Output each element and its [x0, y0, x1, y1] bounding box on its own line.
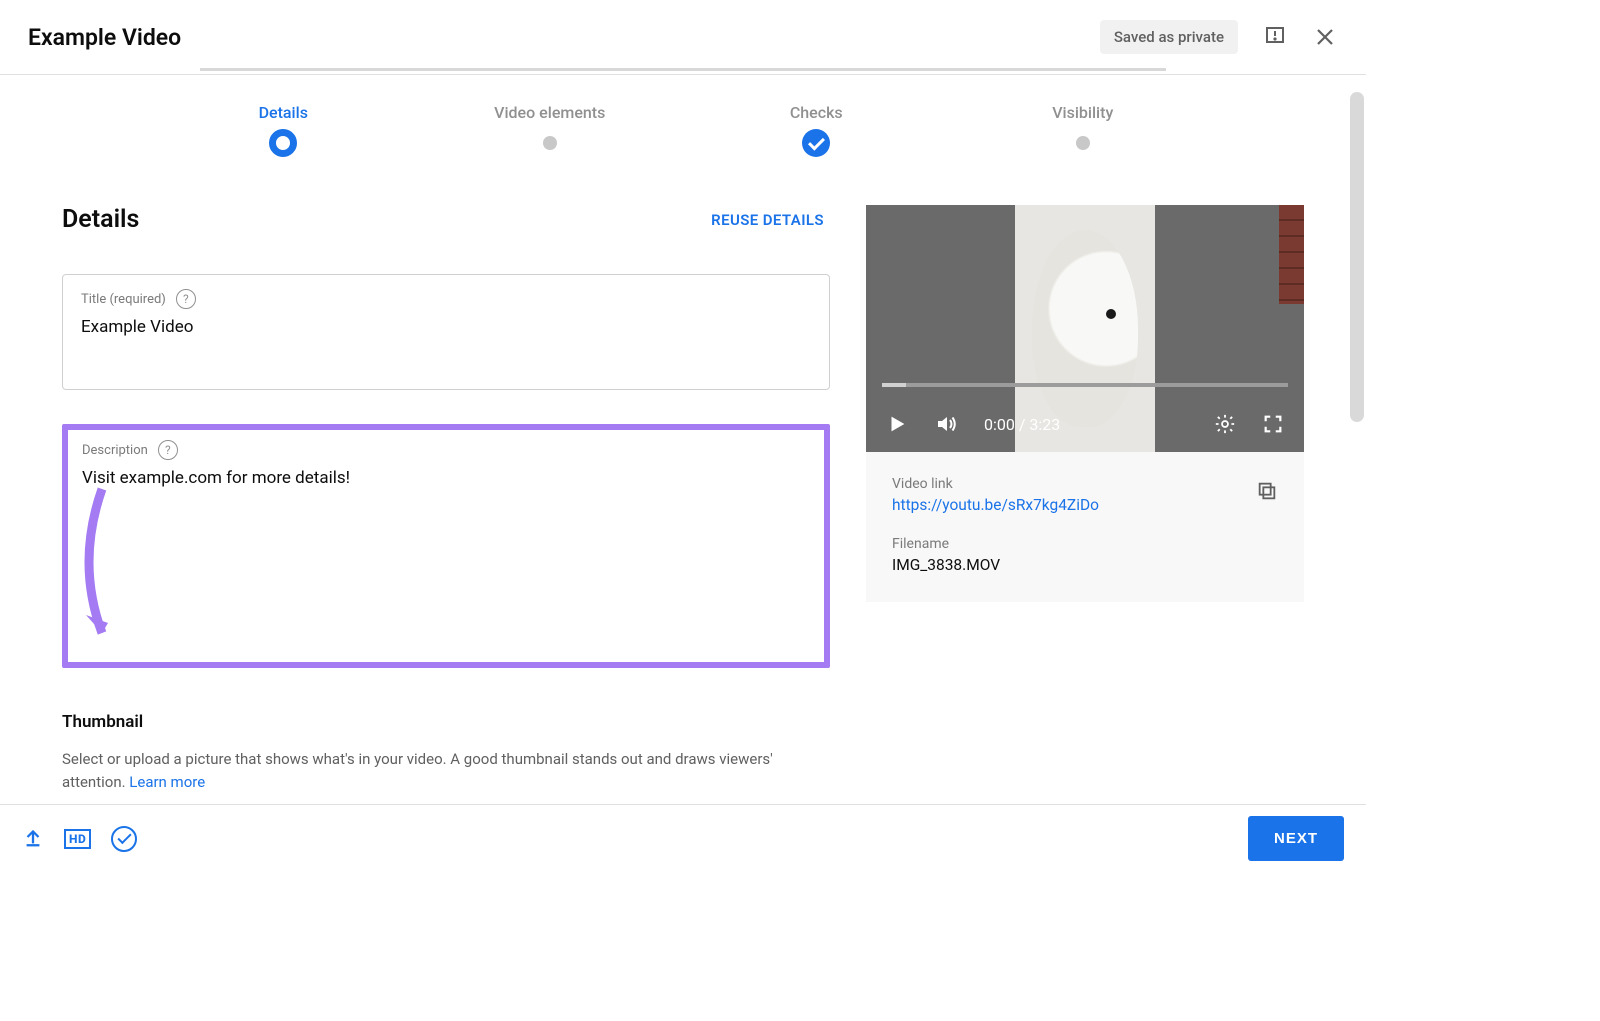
feedback-icon[interactable]	[1262, 24, 1288, 50]
video-link[interactable]: https://youtu.be/sRx7kg4ZiDo	[892, 496, 1278, 514]
step-dot	[543, 136, 557, 150]
details-column: Details REUSE DETAILS Title (required) ?…	[62, 205, 830, 872]
learn-more-link[interactable]: Learn more	[129, 773, 205, 791]
volume-icon[interactable]	[934, 412, 958, 436]
close-icon[interactable]	[1312, 24, 1338, 50]
checks-status-icon	[111, 826, 137, 852]
step-label: Video elements	[494, 103, 605, 122]
video-link-label: Video link	[892, 476, 1278, 492]
settings-icon[interactable]	[1214, 413, 1236, 435]
fullscreen-icon[interactable]	[1262, 413, 1284, 435]
stepper-track	[200, 68, 1166, 71]
play-icon[interactable]	[886, 413, 908, 435]
details-heading-row: Details REUSE DETAILS	[62, 205, 830, 234]
step-checks[interactable]: Checks	[683, 103, 950, 157]
description-field[interactable]: Description ?	[62, 424, 830, 668]
copy-link-icon[interactable]	[1256, 480, 1278, 506]
scrollbar[interactable]	[1350, 92, 1364, 422]
video-progress-bar[interactable]	[882, 383, 1288, 387]
hd-status-icon: HD	[64, 829, 91, 849]
help-icon[interactable]: ?	[176, 289, 196, 309]
help-icon[interactable]: ?	[158, 440, 178, 460]
title-input[interactable]	[81, 317, 811, 337]
step-visibility[interactable]: Visibility	[950, 103, 1217, 157]
dialog-title: Example Video	[28, 24, 181, 51]
step-label: Checks	[790, 103, 843, 122]
step-dot	[1076, 136, 1090, 150]
title-label: Title (required)	[81, 292, 166, 307]
video-time: 0:00 / 3:23	[984, 415, 1060, 434]
step-video-elements[interactable]: Video elements	[417, 103, 684, 157]
next-button[interactable]: NEXT	[1248, 816, 1344, 861]
video-controls: 0:00 / 3:23	[866, 396, 1304, 452]
video-thumbnail-bg	[1279, 205, 1304, 304]
save-status-chip: Saved as private	[1100, 20, 1238, 54]
video-info-panel: Video link https://youtu.be/sRx7kg4ZiDo …	[866, 452, 1304, 602]
step-label: Visibility	[1052, 103, 1113, 122]
upload-dialog: Example Video Saved as private Details	[0, 0, 1366, 872]
filename-label: Filename	[892, 536, 1278, 552]
details-heading: Details	[62, 205, 139, 234]
step-dot-active	[269, 129, 297, 157]
description-input[interactable]	[82, 468, 810, 648]
step-details[interactable]: Details	[150, 103, 417, 157]
thumbnail-description: Select or upload a picture that shows wh…	[62, 748, 830, 795]
title-field[interactable]: Title (required) ?	[62, 274, 830, 390]
filename-value: IMG_3838.MOV	[892, 556, 1278, 574]
header-actions: Saved as private	[1100, 20, 1338, 54]
stepper: Details Video elements Checks Visibility	[0, 75, 1366, 157]
preview-column: 0:00 / 3:23	[866, 205, 1304, 872]
reuse-details-button[interactable]: REUSE DETAILS	[711, 211, 830, 229]
content-area: Details REUSE DETAILS Title (required) ?…	[0, 157, 1366, 872]
description-label: Description	[82, 443, 148, 458]
dialog-header: Example Video Saved as private	[0, 0, 1366, 75]
video-preview[interactable]: 0:00 / 3:23	[866, 205, 1304, 452]
thumbnail-heading: Thumbnail	[62, 712, 830, 732]
step-label: Details	[259, 103, 308, 122]
upload-status-icon	[22, 825, 44, 853]
step-dot-done	[802, 129, 830, 157]
dialog-footer: HD NEXT	[0, 804, 1366, 872]
